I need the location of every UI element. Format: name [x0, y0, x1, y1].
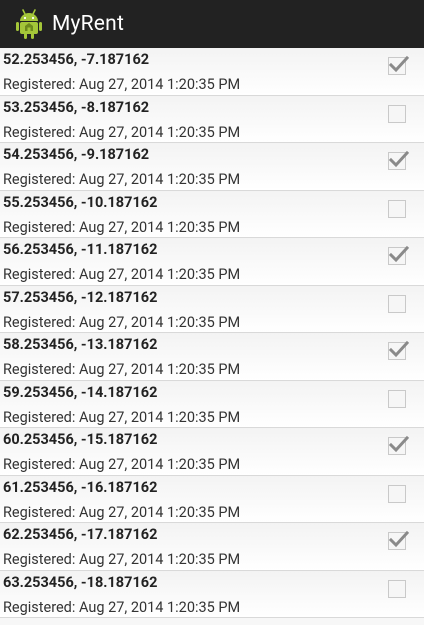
check-mark-icon	[388, 530, 410, 548]
rented-checkbox[interactable]	[388, 435, 410, 455]
residence-geolocation: 57.253456, -12.187162	[3, 288, 158, 306]
list-item[interactable]: 52.253456, -7.187162 Registered: Aug 27, …	[0, 48, 424, 96]
rented-checkbox[interactable]	[388, 150, 410, 170]
residence-date: Registered: Aug 27, 2014 1:20:35 PM	[3, 266, 241, 283]
check-mark-icon	[388, 435, 410, 453]
residence-geolocation: 58.253456, -13.187162	[3, 336, 158, 353]
residence-date: Registered: Aug 27, 2014 1:20:35 PM	[3, 456, 241, 473]
residence-date: Registered: Aug 27, 2014 1:20:35 PM	[3, 598, 241, 616]
check-mark-icon	[388, 55, 410, 73]
rented-checkbox[interactable]	[388, 389, 406, 408]
list-item[interactable]: 56.253456, -11.187162 Registered: Aug 27,…	[0, 238, 424, 286]
residence-date: Registered: Aug 27, 2014 1:20:35 PM	[3, 218, 241, 236]
android-robot-icon[interactable]	[14, 8, 44, 40]
residence-geolocation: 54.253456, -9.187162	[3, 146, 150, 163]
list-item[interactable]: 59.253456, -14.187162 Registered: Aug 27,…	[0, 380, 424, 428]
check-mark-icon	[388, 340, 410, 358]
list-item[interactable]: 60.253456, -15.187162 Registered: Aug 27,…	[0, 428, 424, 476]
list-item[interactable]: 53.253456, -8.187162 Registered: Aug 27, …	[0, 95, 424, 143]
residence-geolocation: 63.253456, -18.187162	[3, 573, 158, 591]
residence-date: Registered: Aug 27, 2014 1:20:35 PM	[3, 551, 241, 568]
list-item[interactable]: 57.253456, -12.187162 Registered: Aug 27,…	[0, 285, 424, 333]
residence-date: Registered: Aug 27, 2014 1:20:35 PM	[3, 76, 241, 93]
residence-date: Registered: Aug 27, 2014 1:20:35 PM	[3, 503, 241, 521]
rented-checkbox[interactable]	[388, 104, 406, 123]
residence-geolocation: 56.253456, -11.187162	[3, 241, 158, 258]
residence-date: Registered: Aug 27, 2014 1:20:35 PM	[3, 408, 241, 426]
residence-date: Registered: Aug 27, 2014 1:20:35 PM	[3, 313, 241, 331]
list-item[interactable]: 63.253456, -18.187162 Registered: Aug 27,…	[0, 570, 424, 618]
residence-date: Registered: Aug 27, 2014 1:20:35 PM	[3, 361, 241, 378]
residence-date: Registered: Aug 27, 2014 1:20:35 PM	[3, 123, 241, 141]
list-item[interactable]: 54.253456, -9.187162 Registered: Aug 27, …	[0, 143, 424, 191]
residence-geolocation: 55.253456, -10.187162	[3, 193, 158, 211]
check-mark-icon	[388, 245, 410, 263]
rented-checkbox[interactable]	[388, 579, 406, 598]
residence-geolocation: 53.253456, -8.187162	[3, 98, 150, 116]
app-title: MyRent	[52, 12, 125, 36]
rented-checkbox[interactable]	[388, 340, 410, 360]
rented-checkbox[interactable]	[388, 294, 406, 313]
residence-geolocation: 52.253456, -7.187162	[3, 51, 150, 68]
list-item[interactable]: 55.253456, -10.187162 Registered: Aug 27,…	[0, 190, 424, 238]
residence-geolocation: 59.253456, -14.187162	[3, 383, 158, 401]
list-item[interactable]: 61.253456, -16.187162 Registered: Aug 27,…	[0, 475, 424, 523]
residence-list[interactable]: 52.253456, -7.187162 Registered: Aug 27, …	[0, 48, 424, 625]
residence-geolocation: 61.253456, -16.187162	[3, 478, 158, 496]
check-mark-icon	[388, 150, 410, 168]
rented-checkbox[interactable]	[388, 484, 406, 503]
rented-checkbox[interactable]	[388, 199, 406, 218]
rented-checkbox[interactable]	[388, 530, 410, 550]
rented-checkbox[interactable]	[388, 55, 410, 75]
residence-geolocation: 60.253456, -15.187162	[3, 431, 158, 448]
list-item[interactable]: 58.253456, -13.187162 Registered: Aug 27,…	[0, 333, 424, 381]
residence-date: Registered: Aug 27, 2014 1:20:35 PM	[3, 171, 241, 188]
action-bar: MyRent	[0, 0, 424, 48]
residence-geolocation: 62.253456, -17.187162	[3, 526, 158, 543]
rented-checkbox[interactable]	[388, 245, 410, 265]
list-item[interactable]: 62.253456, -17.187162 Registered: Aug 27,…	[0, 523, 424, 571]
